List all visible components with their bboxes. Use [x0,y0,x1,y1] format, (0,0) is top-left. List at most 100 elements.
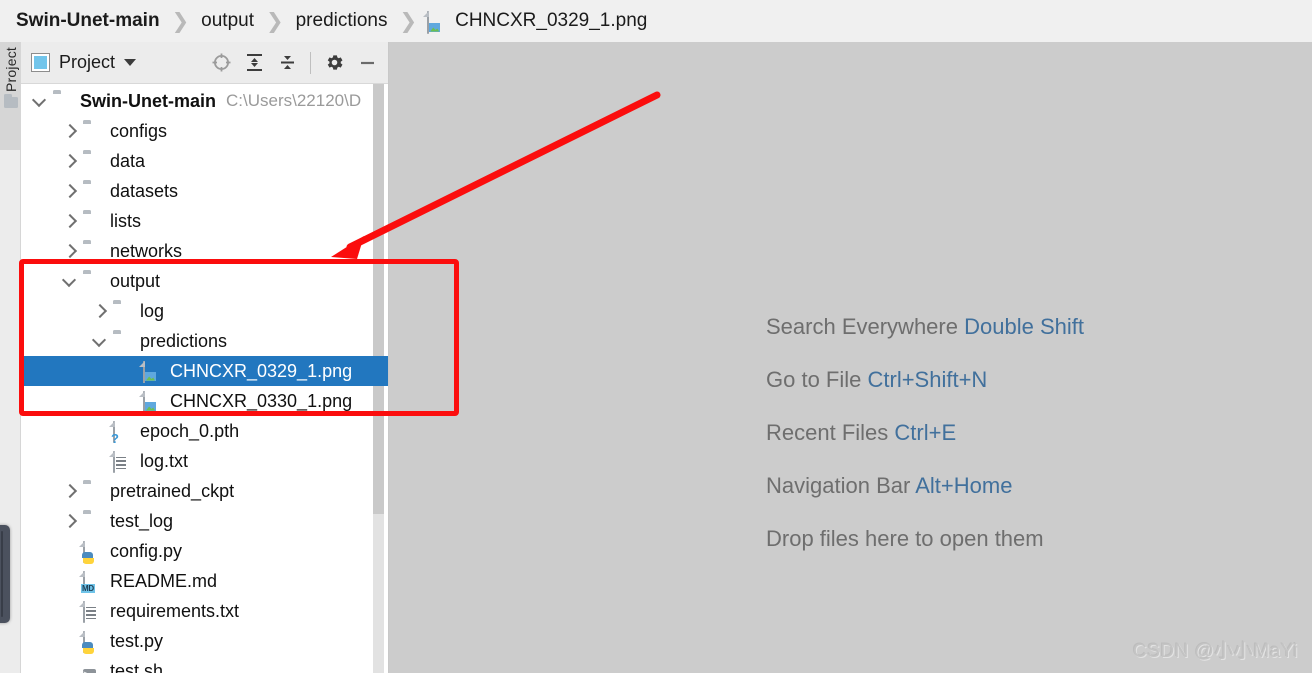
minimize-icon[interactable] [352,48,382,78]
chevron-right-icon[interactable] [63,185,76,198]
folder-icon [83,212,102,231]
tree-row-label: README.md [110,570,218,591]
tree-row[interactable]: output [21,266,388,296]
breadcrumb-label: CHNCXR_0329_1.png [455,10,648,31]
gear-icon[interactable] [319,48,349,78]
tree-row-label: predictions [140,330,228,351]
breadcrumb-separator-icon: ❯ [171,9,190,33]
tree-row-label: networks [110,240,183,261]
text-file-icon [83,600,102,623]
tool-tab-project[interactable]: Project [0,42,21,150]
tree-row[interactable]: CHNCXR_0329_1.png [21,356,388,386]
expand-all-icon[interactable] [239,48,269,78]
tree-row[interactable]: >_ test.sh [21,656,388,673]
tree-row-label: datasets [110,180,179,201]
project-panel-title-group[interactable]: Project [31,52,137,73]
folder-icon [83,122,102,141]
tree-row-label: CHNCXR_0329_1.png [170,360,353,381]
folder-icon [53,92,72,111]
tree-row[interactable]: test.py [21,626,388,656]
tree-row[interactable]: test_log [21,506,388,536]
chevron-right-icon[interactable] [63,155,76,168]
folder-icon [83,242,102,261]
project-view-icon [31,53,50,72]
tree-row[interactable]: log.txt [21,446,388,476]
tree-row[interactable]: datasets [21,176,388,206]
tree-row[interactable]: CHNCXR_0330_1.png [21,386,388,416]
image-file-icon [143,390,162,413]
editor-hint-action: Go to File [766,367,862,392]
tool-tab-label: Project [2,47,19,92]
unknown-file-icon: ? [111,420,132,445]
ide-window: Swin-Unet-main ❯ output ❯ predictions ❯ … [0,0,1312,673]
breadcrumb-item-project[interactable]: Swin-Unet-main [14,10,162,32]
editor-hint: Go to File Ctrl+Shift+N [766,367,1084,393]
tree-row-label: lists [110,210,141,231]
tree-row[interactable]: networks [21,236,388,266]
shell-file-icon: >_ [83,662,102,673]
tree-row[interactable]: pretrained_ckpt [21,476,388,506]
project-file-tree[interactable]: Swin-Unet-main C:\Users\22120\D configs dat… [21,84,388,673]
chevron-right-icon[interactable] [63,245,76,258]
toolbar-divider [310,51,311,74]
editor-empty-area: Search Everywhere Double Shift Go to File… [389,42,1312,673]
folder-icon [83,152,102,171]
breadcrumb-item-predictions[interactable]: predictions [294,10,390,32]
tree-row-label: test.py [110,630,164,651]
tree-row[interactable]: Swin-Unet-main C:\Users\22120\D [21,86,388,116]
tree-row-label: log [140,300,165,321]
tree-row-label: CHNCXR_0330_1.png [170,390,353,411]
editor-hint-list: Search Everywhere Double Shift Go to File… [766,314,1084,552]
collapse-all-icon[interactable] [272,48,302,78]
select-opened-file-icon[interactable] [206,48,236,78]
chevron-right-icon[interactable] [63,215,76,228]
tree-row-label: pretrained_ckpt [110,480,235,501]
project-tool-window: Project Swin-Unet-main C:\Users\22120\D … [21,42,389,673]
chevron-right-icon[interactable] [93,305,106,318]
tree-row[interactable]: config.py [21,536,388,566]
chevron-right-icon[interactable] [63,125,76,138]
chevron-right-icon[interactable] [63,515,76,528]
tree-row[interactable]: lists [21,206,388,236]
tree-row[interactable]: configs [21,116,388,146]
editor-hint-shortcut: Double Shift [964,314,1084,339]
editor-hint: Recent Files Ctrl+E [766,420,1084,446]
python-file-icon [82,540,102,564]
markdown-file-icon: MD [81,570,102,593]
chevron-down-icon[interactable] [63,275,76,288]
folder-icon [83,272,102,291]
breadcrumb-separator-icon: ❯ [266,9,284,33]
tree-row-label: config.py [110,540,183,561]
breadcrumb-item-file[interactable]: CHNCXR_0329_1.png [427,10,649,34]
tree-row-label: test_log [110,510,174,531]
editor-hint-shortcut: Ctrl+Shift+N [867,367,988,392]
editor-hint-action: Recent Files [766,420,889,445]
left-tool-window-bar: Project [0,42,21,673]
chevron-down-icon[interactable] [33,95,46,108]
folder-icon [113,332,132,351]
tree-row[interactable]: data [21,146,388,176]
editor-hint-shortcut: Ctrl+E [894,420,957,445]
tree-row-label: Swin-Unet-main [80,90,217,111]
tree-row[interactable]: requirements.txt [21,596,388,626]
breadcrumb: Swin-Unet-main ❯ output ❯ predictions ❯ … [0,0,1312,42]
tree-row[interactable]: ? epoch_0.pth [21,416,388,446]
chevron-down-icon[interactable] [124,59,137,66]
breadcrumb-item-output[interactable]: output [199,10,256,32]
image-file-icon [427,10,446,34]
editor-hint-action: Drop files here to open them [766,526,1044,551]
project-panel-toolbar: Project [21,42,388,84]
tree-row[interactable]: MD README.md [21,566,388,596]
floating-scroll-handle[interactable] [0,525,10,623]
chevron-right-icon[interactable] [63,485,76,498]
chevron-down-icon[interactable] [93,335,106,348]
tree-row[interactable]: log [21,296,388,326]
tree-row-label: test.sh [110,660,164,673]
tree-row[interactable]: predictions [21,326,388,356]
folder-icon [3,93,18,108]
watermark: CSDN @小小MaYi [1133,641,1298,662]
editor-hint: Drop files here to open them [766,526,1084,552]
tree-row-label: log.txt [140,450,189,471]
breadcrumb-label: output [201,10,254,31]
folder-icon [83,182,102,201]
